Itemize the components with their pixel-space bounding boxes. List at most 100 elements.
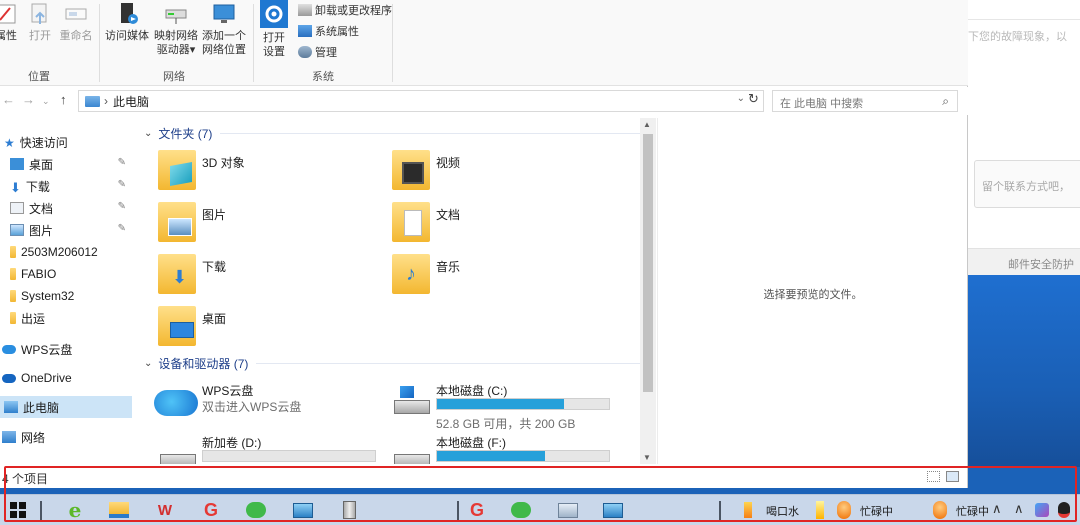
nav-item-folder[interactable]: System32 xyxy=(10,285,132,307)
folder-icon xyxy=(10,246,16,258)
nav-item-pictures[interactable]: 图片 ✎ xyxy=(10,219,132,241)
back-arrow-icon[interactable]: ← xyxy=(2,92,15,107)
show-hidden-icons-chevron-icon[interactable]: ∧ xyxy=(1014,501,1024,517)
folder-pictures[interactable]: 图片 xyxy=(140,200,370,248)
folder-documents[interactable]: 文档 xyxy=(374,200,604,248)
scroll-down-arrow-icon[interactable]: ▼ xyxy=(643,453,651,462)
group-label-location: 位置 xyxy=(28,71,50,83)
large-icons-view-icon[interactable] xyxy=(946,471,959,482)
nav-item-label: System32 xyxy=(21,289,75,303)
folder-desktop[interactable]: 桌面 xyxy=(140,304,370,352)
forward-arrow-icon[interactable]: → xyxy=(22,92,35,107)
wps-app-icon[interactable]: G xyxy=(464,498,490,522)
tray-text-drink-water[interactable]: 喝口水 xyxy=(766,503,799,519)
drive-usage-bar xyxy=(436,450,610,462)
drive-name: 本地磁盘 (F:) xyxy=(436,436,506,450)
devices-section-header[interactable]: ⌄ 设备和驱动器 (7) xyxy=(144,355,640,372)
nav-item-folder[interactable]: 2503M206012 xyxy=(10,241,132,263)
uninstall-program-button[interactable]: 卸载或更改程序 xyxy=(298,2,392,18)
breadcrumb-chevron-icon: › xyxy=(104,94,108,108)
drive-c[interactable]: 本地磁盘 (C:) 52.8 GB 可用，共 200 GB xyxy=(374,380,610,431)
refresh-icon[interactable]: ↻ xyxy=(748,91,759,107)
folder-downloads[interactable]: ⬇ 下载 xyxy=(140,252,370,300)
search-input[interactable]: 在 此电脑 中搜索 ⌕ xyxy=(772,90,958,112)
nav-onedrive-label: OneDrive xyxy=(21,371,72,385)
qq-status-icon[interactable] xyxy=(834,498,854,522)
nav-item-folder[interactable]: 出运 xyxy=(10,307,132,329)
nav-item-desktop[interactable]: 桌面 ✎ xyxy=(10,153,132,175)
uninstall-icon xyxy=(298,4,312,16)
scrollbar-thumb[interactable] xyxy=(643,134,653,392)
wps-office-icon[interactable]: W xyxy=(152,498,178,522)
drive-name: 新加卷 (D:) xyxy=(202,436,262,450)
add-location-label-1: 添加一个 xyxy=(202,30,246,42)
open-settings-button[interactable]: 打开 设置 xyxy=(258,0,290,59)
tray-text-busy[interactable]: 忙碌中 xyxy=(956,503,989,519)
scroll-up-arrow-icon[interactable]: ▲ xyxy=(643,120,651,129)
address-bar[interactable]: › 此电脑 ⌄ xyxy=(78,90,764,112)
rename-button[interactable]: 重命名 xyxy=(58,2,94,43)
folder-videos[interactable]: 视频 xyxy=(374,148,604,196)
reminder-bottle-icon[interactable] xyxy=(810,498,830,522)
search-icon[interactable]: ⌕ xyxy=(942,94,949,109)
content-scrollbar[interactable]: ▲ ▼ xyxy=(640,118,656,464)
remote-app-icon[interactable] xyxy=(290,498,316,522)
background-mail-bar: 邮件安全防护 xyxy=(968,248,1080,275)
folder-music[interactable]: ♪ 音乐 xyxy=(374,252,604,300)
drive-wps-cloud[interactable]: WPS云盘 双击进入WPS云盘 xyxy=(140,380,370,428)
item-count: 4 个项目 xyxy=(2,472,49,486)
drive-d[interactable]: 新加卷 (D:) xyxy=(140,432,376,464)
pictures-folder-icon xyxy=(158,202,196,242)
address-dropdown-icon[interactable]: ⌄ xyxy=(737,93,745,104)
nav-item-downloads[interactable]: ⬇ 下载 ✎ xyxy=(10,175,132,197)
recent-dropdown-icon[interactable]: ⌄ xyxy=(42,96,50,107)
pin-icon[interactable]: ✎ xyxy=(118,223,126,234)
nav-quick-access[interactable]: ★ 快速访问 xyxy=(4,131,136,153)
nav-item-folder[interactable]: FABIO xyxy=(10,263,132,285)
system-properties-button[interactable]: 系统属性 xyxy=(298,23,359,39)
folder-3d-objects[interactable]: 3D 对象 xyxy=(140,148,370,196)
recycle-bin-icon[interactable] xyxy=(336,498,362,522)
file-explorer-taskbar-icon[interactable] xyxy=(106,498,132,522)
add-network-location-button[interactable]: 添加一个 网络位置 xyxy=(201,2,247,57)
nav-item-documents[interactable]: 文档 ✎ xyxy=(10,197,132,219)
breadcrumb-this-pc[interactable]: 此电脑 xyxy=(113,93,149,110)
nav-network[interactable]: 网络 xyxy=(2,426,134,448)
drive-f[interactable]: 本地磁盘 (F:) xyxy=(374,432,610,464)
pin-icon[interactable]: ✎ xyxy=(118,201,126,212)
nav-wps-cloud[interactable]: WPS云盘 xyxy=(2,338,134,360)
folder-name: 桌面 xyxy=(202,312,227,326)
reminder-cup-icon[interactable] xyxy=(738,498,758,522)
up-arrow-icon[interactable]: ↑ xyxy=(60,92,67,107)
details-view-icon[interactable] xyxy=(927,471,940,482)
tray-chevron-up-icon[interactable]: ∧ xyxy=(992,501,1002,517)
manage-button[interactable]: 管理 xyxy=(298,44,337,60)
dropdown-caret-icon: ▾ xyxy=(189,44,196,56)
open-settings-label-2: 设置 xyxy=(263,46,285,58)
wechat-icon[interactable] xyxy=(243,498,269,522)
drive-name: 本地磁盘 (C:) xyxy=(436,384,508,398)
wps-app-icon[interactable]: G xyxy=(198,498,224,522)
remote-app-icon[interactable] xyxy=(600,498,626,522)
windows-start-icon[interactable] xyxy=(5,498,31,522)
map-network-drive-button[interactable]: 映射网络 驱动器▾ xyxy=(153,2,199,57)
ribbon-separator xyxy=(253,4,254,82)
photo-viewer-icon[interactable] xyxy=(555,498,581,522)
nav-onedrive[interactable]: OneDrive xyxy=(2,367,134,389)
ai-assistant-icon[interactable] xyxy=(1032,498,1052,522)
qq-penguin-icon[interactable] xyxy=(1054,498,1074,522)
download-arrow-icon: ⬇ xyxy=(10,180,21,195)
ie-browser-icon[interactable]: e xyxy=(62,498,88,522)
nav-this-pc[interactable]: 此电脑 xyxy=(0,396,132,418)
tray-text-busy[interactable]: 忙碌中 xyxy=(860,503,893,519)
group-label-system: 系统 xyxy=(312,71,334,83)
open-button[interactable]: 打开 xyxy=(26,2,54,43)
properties-button[interactable]: 属性 xyxy=(0,2,18,43)
wechat-icon[interactable] xyxy=(508,498,534,522)
folders-section-header[interactable]: ⌄ 文件夹 (7) xyxy=(144,125,640,142)
pin-icon[interactable]: ✎ xyxy=(118,179,126,190)
preview-message: 选择要预览的文件。 xyxy=(763,289,863,301)
access-media-button[interactable]: 访问媒体 xyxy=(103,2,151,43)
pin-icon[interactable]: ✎ xyxy=(118,157,126,168)
qq-status-icon[interactable] xyxy=(930,498,950,522)
